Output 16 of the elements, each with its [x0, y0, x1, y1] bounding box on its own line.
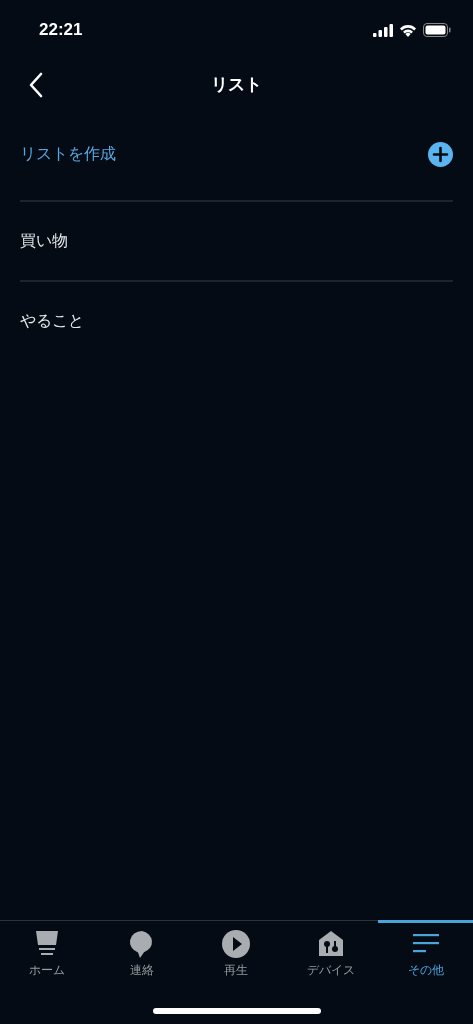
add-button[interactable] — [428, 141, 453, 167]
tab-bar-item[interactable]: 再生 — [189, 920, 284, 981]
list-item[interactable]: 買い物 — [20, 230, 68, 252]
clock-time: 22:21 — [39, 20, 83, 40]
list-item[interactable]: やること — [20, 310, 84, 332]
tab-bar-item[interactable]: 連絡 — [94, 920, 190, 981]
create-list-link[interactable]: リストを作成 — [20, 143, 116, 165]
tab-bar-item[interactable]: デバイス — [283, 920, 379, 981]
tab-bar-item[interactable]: その他 — [378, 920, 473, 981]
wifi-icon — [399, 23, 417, 37]
play-icon — [221, 929, 252, 959]
signal-icon — [373, 23, 393, 37]
screen-title: リスト — [211, 73, 262, 96]
battery-icon — [423, 23, 451, 37]
back-button[interactable] — [28, 72, 44, 98]
tab-bar-item[interactable]: ホーム — [0, 920, 95, 981]
